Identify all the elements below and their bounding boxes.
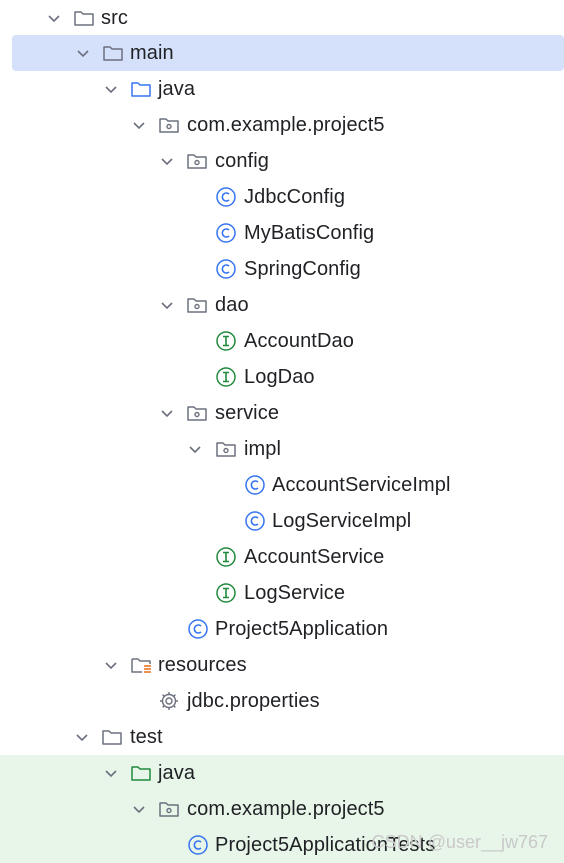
tree-item-service[interactable]: service: [0, 395, 564, 431]
chevron-down-icon[interactable]: [103, 765, 119, 781]
tree-item-label: java: [158, 78, 196, 100]
tree-item-label: LogDao: [244, 366, 315, 388]
tree-item-test[interactable]: test: [0, 719, 564, 755]
class-icon: [216, 187, 236, 207]
tree-item-label: resources: [158, 654, 247, 676]
package-icon: [159, 802, 179, 817]
tree-item-label: LogService: [244, 582, 346, 604]
tree-item-label: Project5Application: [215, 618, 389, 640]
tree-item-label: test: [130, 726, 163, 748]
package-icon: [187, 298, 207, 313]
tree-item-test-package[interactable]: com.example.project5: [0, 791, 564, 827]
tree-item-label: com.example.project5: [187, 114, 385, 136]
class-icon: [188, 619, 208, 639]
chevron-down-icon[interactable]: [74, 729, 90, 745]
chevron-down-icon[interactable]: [103, 81, 119, 97]
tree-item-label: main: [130, 42, 174, 64]
tree-item-label: config: [215, 150, 269, 172]
tree-item-label: AccountDao: [244, 330, 354, 352]
tree-item-jdbc-properties[interactable]: jdbc.properties: [0, 683, 564, 719]
package-icon: [159, 118, 179, 133]
chevron-down-icon[interactable]: [159, 405, 175, 421]
tree-item-label: com.example.project5: [187, 798, 385, 820]
tree-item-java[interactable]: java: [0, 71, 564, 107]
interface-icon: [216, 367, 236, 387]
package-icon: [187, 406, 207, 421]
tree-item-label: JdbcConfig: [244, 186, 346, 208]
tree-item-label: MyBatisConfig: [244, 222, 375, 244]
gear-icon: [160, 692, 178, 710]
package-icon: [216, 442, 236, 457]
source-folder-icon: [131, 82, 151, 97]
folder-icon: [102, 730, 122, 745]
chevron-down-icon[interactable]: [103, 657, 119, 673]
tree-item-main[interactable]: main: [12, 35, 564, 71]
tree-item-dao[interactable]: dao: [0, 287, 564, 323]
class-icon: [216, 223, 236, 243]
class-icon: [188, 835, 208, 855]
tree-item-label: LogServiceImpl: [272, 510, 412, 532]
tree-item-label: impl: [244, 438, 282, 460]
chevron-down-icon[interactable]: [131, 117, 147, 133]
folder-icon: [74, 11, 94, 26]
tree-item-jdbcconfig[interactable]: JdbcConfig: [0, 179, 564, 215]
tree-item-resources[interactable]: resources: [0, 647, 564, 683]
tree-item-label: service: [215, 402, 280, 424]
tree-item-label: SpringConfig: [244, 258, 361, 280]
tree-item-springconfig[interactable]: SpringConfig: [0, 251, 564, 287]
tree-item-label: java: [158, 762, 196, 784]
chevron-down-icon[interactable]: [131, 801, 147, 817]
chevron-down-icon[interactable]: [159, 297, 175, 313]
interface-icon: [216, 331, 236, 351]
chevron-down-icon[interactable]: [187, 441, 203, 457]
tree-item-label: AccountService: [244, 546, 385, 568]
project-tree: src main java com.example.project5 confi…: [0, 0, 564, 863]
tree-item-impl[interactable]: impl: [0, 431, 564, 467]
tree-item-label: dao: [215, 294, 249, 316]
tree-item-mybatisconfig[interactable]: MyBatisConfig: [0, 215, 564, 251]
folder-icon: [103, 46, 123, 61]
resources-folder-icon: [131, 658, 151, 673]
tree-item-src[interactable]: src: [0, 0, 564, 36]
package-icon: [187, 154, 207, 169]
tree-item-label: jdbc.properties: [187, 690, 320, 712]
test-folder-icon: [131, 766, 151, 781]
interface-icon: [216, 547, 236, 567]
class-icon: [216, 259, 236, 279]
tree-item-accountservice[interactable]: AccountService: [0, 539, 564, 575]
class-icon: [245, 511, 265, 531]
tree-item-logserviceimpl[interactable]: LogServiceImpl: [0, 503, 564, 539]
tree-item-accountserviceimpl[interactable]: AccountServiceImpl: [0, 467, 564, 503]
tree-item-test-java[interactable]: java: [0, 755, 564, 791]
class-icon: [245, 475, 265, 495]
tree-item-config[interactable]: config: [0, 143, 564, 179]
chevron-down-icon[interactable]: [75, 45, 91, 61]
interface-icon: [216, 583, 236, 603]
watermark: CSDN @user__jw767: [371, 832, 548, 852]
tree-item-package[interactable]: com.example.project5: [0, 107, 564, 143]
tree-item-label: src: [101, 7, 128, 29]
tree-item-logdao[interactable]: LogDao: [0, 359, 564, 395]
chevron-down-icon[interactable]: [159, 153, 175, 169]
tree-item-accountdao[interactable]: AccountDao: [0, 323, 564, 359]
chevron-down-icon[interactable]: [46, 10, 62, 26]
tree-item-logservice[interactable]: LogService: [0, 575, 564, 611]
tree-item-project5application[interactable]: Project5Application: [0, 611, 564, 647]
tree-item-label: AccountServiceImpl: [272, 474, 451, 496]
